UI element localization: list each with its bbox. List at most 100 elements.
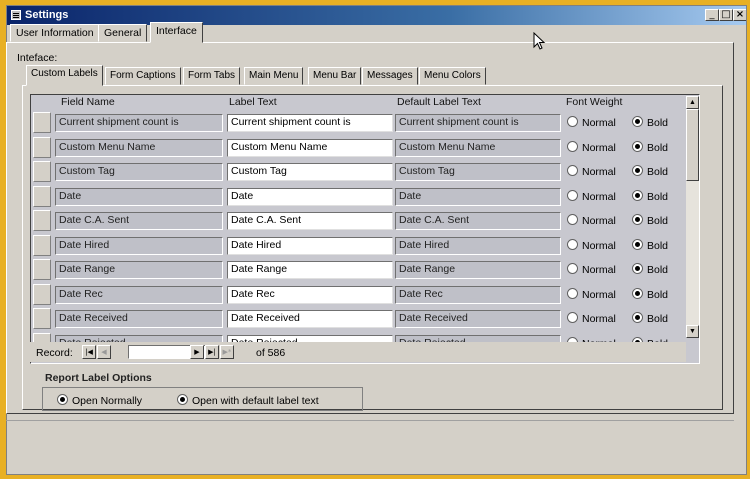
label-text-input[interactable]: Custom Tag — [227, 163, 393, 181]
vertical-scrollbar[interactable]: ▲ ▼ — [686, 96, 699, 338]
labels-grid: Field Name Label Text Default Label Text… — [30, 94, 700, 364]
table-row: Date Received Date Received Date Received N… — [31, 307, 686, 332]
font-weight-normal-option[interactable]: Normal — [567, 140, 616, 154]
font-weight-normal-option[interactable]: Normal — [567, 214, 616, 227]
open-with-default-option[interactable]: Open with default label text — [177, 394, 319, 407]
field-name-cell: Date C.A. Sent — [55, 212, 223, 230]
tab-general[interactable]: General — [98, 24, 148, 42]
font-weight-bold-option[interactable]: Bold — [632, 287, 669, 301]
font-weight-normal-option[interactable]: Normal — [567, 189, 616, 203]
bold-label: Bold — [647, 141, 669, 154]
default-label-cell: Custom Menu Name — [395, 138, 561, 157]
last-record-icon[interactable]: ▶| — [205, 345, 219, 359]
scroll-thumb[interactable] — [686, 109, 699, 181]
label-text-input[interactable]: Date — [227, 187, 393, 206]
field-name-cell: Date Range — [55, 261, 223, 279]
table-row: Current shipment count is Current shipmen… — [31, 111, 686, 136]
normal-label: Normal — [582, 313, 616, 325]
radio-icon — [632, 312, 643, 323]
font-weight-bold-option[interactable]: Bold — [632, 165, 668, 178]
label-text-input[interactable]: Date Hired — [227, 236, 393, 255]
header-font-weight: Font Weight — [566, 96, 623, 108]
label-text-input[interactable]: Date Rec — [227, 285, 393, 304]
radio-icon — [632, 116, 643, 127]
radio-icon — [567, 165, 578, 176]
field-name-cell: Date Rec — [55, 285, 223, 304]
radio-icon — [632, 287, 643, 299]
record-count: of 586 — [256, 347, 286, 359]
font-weight-normal-option[interactable]: Normal — [567, 238, 616, 252]
font-weight-normal-option[interactable]: Normal — [567, 312, 616, 325]
report-label-options-group: Open Normally Open with default label te… — [42, 387, 363, 411]
font-weight-bold-option[interactable]: Bold — [632, 189, 669, 203]
close-button[interactable]: × — [733, 9, 746, 21]
row-selector[interactable] — [33, 136, 51, 158]
row-selector[interactable] — [33, 259, 51, 280]
font-weight-normal-option[interactable]: Normal — [567, 116, 616, 129]
radio-icon — [567, 140, 578, 152]
font-weight-bold-option[interactable]: Bold — [632, 116, 668, 129]
row-selector[interactable] — [33, 112, 51, 133]
font-weight-normal-option[interactable]: Normal — [567, 263, 616, 276]
header-label-text: Label Text — [229, 96, 277, 108]
tab-menu-bar[interactable]: Menu Bar — [308, 67, 362, 85]
bold-label: Bold — [647, 117, 669, 129]
bold-label: Bold — [647, 288, 669, 301]
row-selector[interactable] — [33, 234, 51, 256]
label-text-input[interactable]: Custom Menu Name — [227, 138, 393, 157]
radio-icon — [632, 140, 643, 152]
tab-custom-labels[interactable]: Custom Labels — [26, 65, 103, 86]
row-selector[interactable] — [33, 185, 51, 207]
row-selector[interactable] — [33, 161, 51, 182]
font-weight-bold-option[interactable]: Bold — [632, 263, 668, 276]
row-selector[interactable] — [33, 283, 51, 305]
new-record-icon[interactable]: ▶* — [220, 345, 234, 359]
window-icon — [11, 10, 21, 20]
bold-label: Bold — [647, 239, 669, 252]
open-normally-option[interactable]: Open Normally — [57, 394, 142, 407]
tab-main-menu[interactable]: Main Menu — [244, 67, 304, 85]
radio-icon — [567, 312, 578, 323]
header-field-name: Field Name — [61, 96, 115, 108]
label-text-input[interactable]: Date Received — [227, 310, 393, 328]
radio-icon — [632, 189, 643, 201]
maximize-button[interactable]: □ — [719, 9, 733, 21]
tab-user-information[interactable]: User Information — [10, 24, 100, 42]
table-row: Date Range Date Range Date Range Normal Bold — [31, 258, 686, 283]
row-selector[interactable] — [33, 308, 51, 329]
tab-interface[interactable]: Interface — [150, 22, 203, 43]
first-record-icon[interactable]: |◀ — [82, 345, 96, 359]
label-text-input[interactable]: Date Range — [227, 261, 393, 279]
title-bar[interactable]: Settings _ □ × — [7, 6, 746, 25]
tab-menu-colors[interactable]: Menu Colors — [419, 67, 486, 85]
font-weight-bold-option[interactable]: Bold — [632, 238, 669, 252]
bold-label: Bold — [647, 215, 669, 227]
tab-messages[interactable]: Messages — [362, 67, 418, 85]
default-label-cell: Date Rec — [395, 285, 561, 304]
tab-form-tabs[interactable]: Form Tabs — [183, 67, 241, 85]
radio-icon — [567, 214, 578, 225]
table-row: Date Hired Date Hired Date Hired Normal Bold — [31, 234, 686, 259]
tab-form-captions[interactable]: Form Captions — [105, 67, 181, 85]
label-text-input[interactable]: Date C.A. Sent — [227, 212, 393, 230]
bold-label: Bold — [647, 166, 669, 178]
scroll-down-icon[interactable]: ▼ — [686, 325, 699, 338]
font-weight-bold-option[interactable]: Bold — [632, 140, 669, 154]
minimize-button[interactable]: _ — [705, 9, 719, 21]
open-normally-label: Open Normally — [72, 395, 143, 407]
label-text-input[interactable]: Current shipment count is — [227, 114, 393, 132]
font-weight-bold-option[interactable]: Bold — [632, 214, 668, 227]
open-with-default-label: Open with default label text — [192, 395, 319, 407]
radio-icon — [177, 394, 188, 405]
row-selector[interactable] — [33, 210, 51, 231]
font-weight-bold-option[interactable]: Bold — [632, 312, 668, 325]
bold-label: Bold — [647, 190, 669, 203]
next-record-icon[interactable]: ▶ — [190, 345, 204, 359]
normal-label: Normal — [582, 117, 616, 129]
prev-record-icon[interactable]: ◀ — [97, 345, 111, 359]
font-weight-normal-option[interactable]: Normal — [567, 287, 616, 301]
default-label-cell: Date C.A. Sent — [395, 212, 561, 230]
font-weight-normal-option[interactable]: Normal — [567, 165, 616, 178]
record-navigator: Record: |◀ ◀ 1 ▶ ▶| ▶* of 586 — [30, 342, 686, 362]
scroll-up-icon[interactable]: ▲ — [686, 96, 699, 109]
